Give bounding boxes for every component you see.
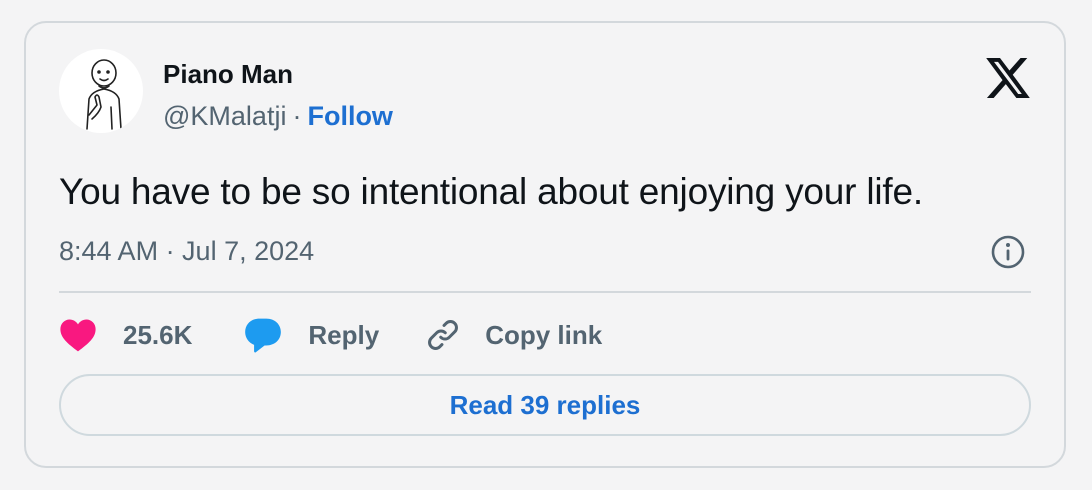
x-logo-icon[interactable] bbox=[986, 58, 1030, 98]
action-bar: 25.6K Reply Copy link bbox=[59, 311, 602, 359]
read-replies-button[interactable]: Read 39 replies bbox=[59, 374, 1031, 436]
author-handle-line: @KMalatji · Follow bbox=[163, 101, 393, 132]
tweet-timestamp[interactable]: 8:44 AM · Jul 7, 2024 bbox=[59, 236, 314, 267]
copy-link-label: Copy link bbox=[485, 319, 603, 350]
tweet-text: You have to be so intentional about enjo… bbox=[59, 171, 923, 212]
separator-dot: · bbox=[292, 101, 302, 131]
link-icon bbox=[428, 320, 459, 350]
like-count: 25.6K bbox=[123, 319, 193, 350]
avatar[interactable] bbox=[59, 49, 143, 133]
speech-bubble-icon bbox=[245, 318, 282, 353]
author-name[interactable]: Piano Man bbox=[163, 59, 293, 90]
info-icon[interactable] bbox=[990, 234, 1026, 270]
follow-button[interactable]: Follow bbox=[307, 101, 392, 131]
tweet-card: Piano Man @KMalatji · Follow You have to b… bbox=[24, 21, 1066, 468]
reply-label: Reply bbox=[308, 319, 380, 350]
like-button[interactable]: 25.6K bbox=[59, 318, 192, 352]
divider bbox=[59, 291, 1031, 293]
heart-icon bbox=[60, 319, 96, 352]
author-handle[interactable]: @KMalatji bbox=[163, 101, 286, 131]
reply-button[interactable]: Reply bbox=[244, 317, 379, 353]
copy-link-button[interactable]: Copy link bbox=[425, 317, 602, 353]
avatar-drawing bbox=[86, 59, 122, 130]
read-replies-label: Read 39 replies bbox=[449, 389, 641, 420]
